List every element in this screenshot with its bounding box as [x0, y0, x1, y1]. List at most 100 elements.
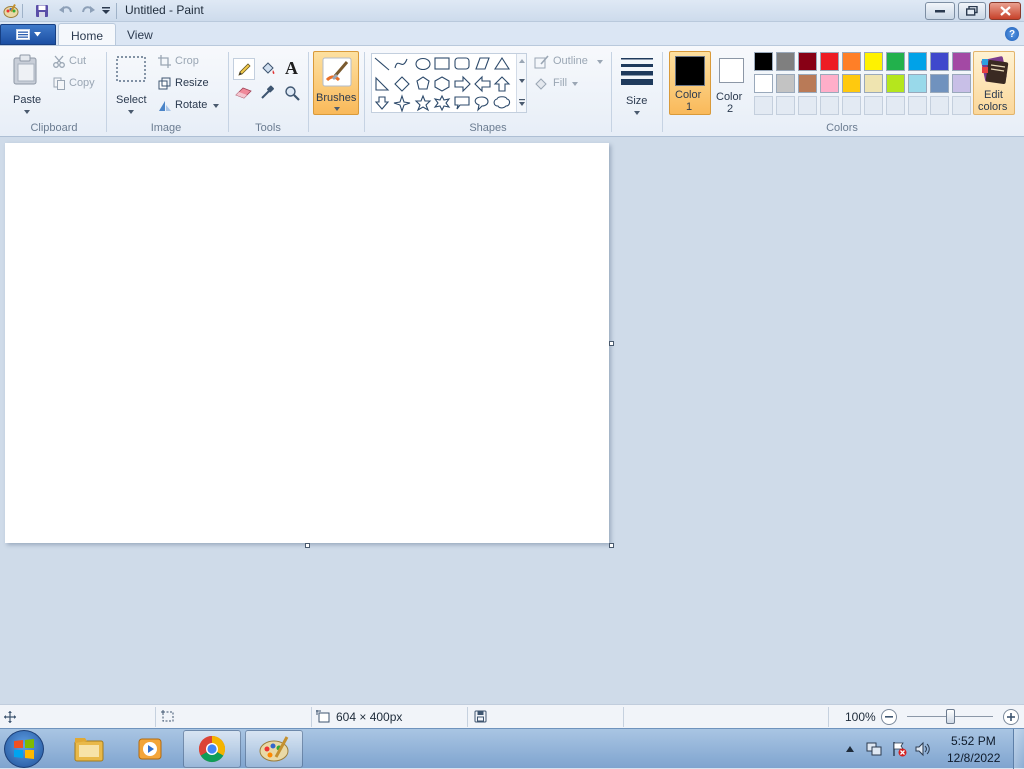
taskbar-chrome[interactable] — [183, 730, 241, 768]
copy-label: Copy — [69, 77, 95, 89]
rotate-button[interactable]: Rotate — [157, 98, 223, 115]
palette-color-swatch[interactable] — [754, 74, 773, 93]
resize-handle-right[interactable] — [609, 341, 614, 346]
zoom-in-button[interactable] — [1003, 709, 1019, 725]
plus-icon — [1007, 713, 1015, 721]
action-center-flag-icon[interactable] — [891, 741, 907, 757]
palette-color-swatch[interactable] — [952, 52, 971, 71]
help-icon[interactable]: ? — [1005, 27, 1019, 41]
palette-color-swatch[interactable] — [776, 52, 795, 71]
clock-date[interactable]: 12/8/2022 — [947, 751, 1000, 765]
network-icon[interactable] — [866, 741, 882, 757]
selection-size-icon — [161, 710, 174, 722]
text-icon: A — [285, 58, 298, 78]
custom-color-slot[interactable] — [820, 96, 839, 115]
paint-menu-button[interactable] — [0, 24, 56, 45]
color1-button[interactable]: Color 1 — [669, 51, 711, 115]
copy-button[interactable]: Copy — [52, 76, 102, 93]
palette-color-swatch[interactable] — [842, 74, 861, 93]
minus-icon — [885, 716, 893, 718]
rotate-icon — [159, 101, 171, 111]
close-button[interactable] — [989, 2, 1021, 20]
pencil-tool[interactable] — [233, 58, 255, 80]
custom-color-slot[interactable] — [864, 96, 883, 115]
minimize-button[interactable] — [925, 2, 955, 20]
palette-color-swatch[interactable] — [798, 52, 817, 71]
restore-button[interactable] — [958, 2, 986, 20]
palette-color-swatch[interactable] — [930, 52, 949, 71]
paint-app-icon[interactable] — [2, 2, 20, 20]
palette-color-swatch[interactable] — [930, 74, 949, 93]
cut-button[interactable]: Cut — [52, 54, 98, 71]
palette-color-swatch[interactable] — [908, 52, 927, 71]
shapes-scrollbar[interactable] — [516, 54, 526, 112]
shapes-gallery[interactable] — [371, 53, 527, 113]
start-button[interactable] — [4, 730, 44, 768]
taskbar: 5:52 PM 12/8/2022 — [0, 728, 1024, 769]
customize-qat-icon[interactable] — [97, 2, 115, 20]
palette-color-swatch[interactable] — [842, 52, 861, 71]
taskbar-paint[interactable] — [245, 730, 303, 768]
size-button[interactable]: Size — [617, 51, 657, 117]
palette-color-swatch[interactable] — [886, 52, 905, 71]
magnifier-tool[interactable] — [281, 82, 303, 104]
edit-colors-button[interactable]: Edit colors — [973, 51, 1015, 115]
palette-color-swatch[interactable] — [864, 74, 883, 93]
status-bar: 604 × 400px 100% — [0, 704, 1024, 728]
palette-color-swatch[interactable] — [864, 52, 883, 71]
custom-color-slot[interactable] — [798, 96, 817, 115]
show-hidden-icons-icon[interactable] — [846, 746, 854, 752]
color2-swatch — [719, 58, 744, 83]
resize-handle-bottom[interactable] — [305, 543, 310, 548]
custom-color-slot[interactable] — [754, 96, 773, 115]
custom-color-slot[interactable] — [886, 96, 905, 115]
zoom-out-button[interactable] — [881, 709, 897, 725]
palette-color-swatch[interactable] — [820, 52, 839, 71]
eraser-tool[interactable] — [233, 82, 255, 104]
resize-button[interactable]: Resize — [157, 76, 213, 93]
palette-color-swatch[interactable] — [776, 74, 795, 93]
fill-tool[interactable] — [257, 58, 279, 80]
select-button[interactable]: Select — [112, 52, 152, 118]
palette-color-swatch[interactable] — [820, 74, 839, 93]
volume-icon[interactable] — [915, 741, 931, 757]
color2-button[interactable]: Color 2 — [713, 51, 751, 115]
clock-time[interactable]: 5:52 PM — [951, 734, 996, 748]
fill-button[interactable]: Fill — [533, 76, 583, 93]
palette-color-swatch[interactable] — [952, 74, 971, 93]
custom-color-slot[interactable] — [776, 96, 795, 115]
resize-label: Resize — [175, 77, 209, 89]
custom-color-slot[interactable] — [952, 96, 971, 115]
file-size-icon — [474, 710, 487, 723]
tab-home[interactable]: Home — [58, 23, 117, 46]
redo-icon[interactable] — [79, 2, 97, 20]
outline-button[interactable]: Outline — [533, 54, 605, 71]
paste-label: Paste — [13, 94, 42, 106]
palette-color-swatch[interactable] — [798, 74, 817, 93]
chevron-up-icon — [519, 59, 525, 63]
drawing-canvas[interactable] — [5, 143, 609, 543]
zoom-slider-thumb[interactable] — [946, 709, 955, 724]
taskbar-media-player[interactable] — [121, 730, 179, 768]
tab-view[interactable]: View — [115, 23, 165, 46]
crop-button[interactable]: Crop — [157, 54, 205, 71]
text-tool[interactable]: A — [281, 58, 303, 80]
palette-color-swatch[interactable] — [886, 74, 905, 93]
color1-label: Color — [675, 89, 702, 101]
paste-button[interactable]: Paste — [4, 50, 48, 118]
eyedropper-icon — [261, 85, 274, 99]
color-picker-tool[interactable] — [257, 82, 279, 104]
brushes-button[interactable]: Brushes — [313, 51, 359, 115]
resize-handle-corner[interactable] — [609, 543, 614, 548]
magnifier-icon — [285, 86, 300, 101]
palette-color-swatch[interactable] — [754, 52, 773, 71]
custom-color-slot[interactable] — [908, 96, 927, 115]
custom-color-slot[interactable] — [930, 96, 949, 115]
taskbar-explorer[interactable] — [60, 730, 118, 768]
show-desktop-button[interactable] — [1013, 729, 1024, 769]
save-icon[interactable] — [33, 2, 51, 20]
chevron-down-icon — [33, 32, 41, 37]
custom-color-slot[interactable] — [842, 96, 861, 115]
palette-color-swatch[interactable] — [908, 74, 927, 93]
undo-icon[interactable] — [57, 2, 75, 20]
